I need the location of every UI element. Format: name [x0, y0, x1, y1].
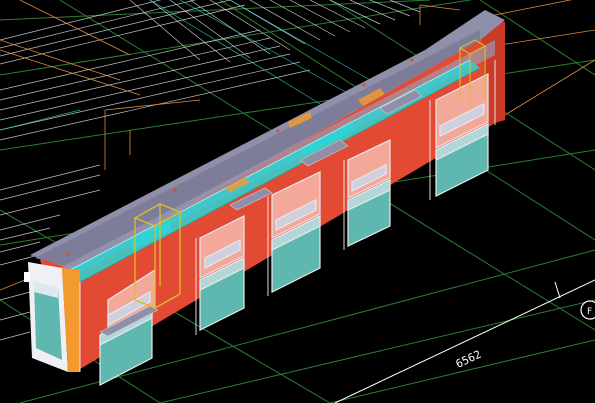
grid-marker[interactable]: F: [580, 300, 595, 320]
cad-3d-viewport[interactable]: 6562 F: [0, 0, 595, 403]
grid-marker-label: F: [587, 307, 592, 317]
left-end-module[interactable]: [24, 262, 80, 372]
